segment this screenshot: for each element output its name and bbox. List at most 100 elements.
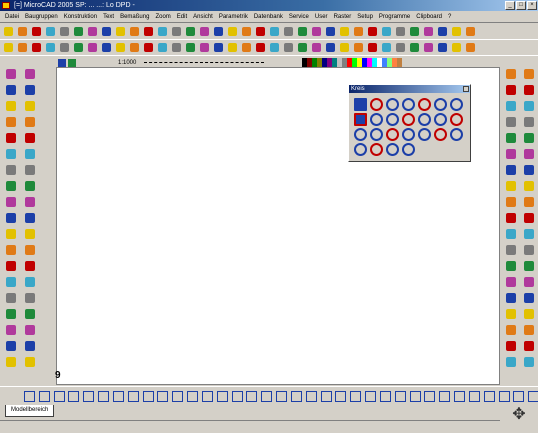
menu-item[interactable]: Bemaßung	[118, 11, 153, 23]
menu-item[interactable]: Programme	[377, 11, 414, 23]
offset-icon[interactable]	[452, 389, 465, 402]
column-icon[interactable]	[4, 355, 18, 369]
mirror-icon[interactable]	[319, 389, 332, 402]
text-icon[interactable]	[4, 211, 18, 225]
move-icon[interactable]	[274, 389, 287, 402]
circle-mirror-icon[interactable]	[384, 126, 399, 141]
erase-icon[interactable]	[4, 243, 18, 257]
layer-off-icon[interactable]	[240, 41, 253, 54]
redo-icon[interactable]	[296, 25, 309, 38]
menu-item[interactable]: Datei	[3, 11, 23, 23]
circle-fill-icon[interactable]	[352, 141, 367, 156]
plate-icon[interactable]	[522, 307, 536, 321]
text-format-icon[interactable]	[4, 259, 18, 273]
rotate-icon[interactable]	[170, 25, 183, 38]
menu-item[interactable]: Service	[287, 11, 313, 23]
nut-icon[interactable]	[504, 195, 518, 209]
zoom-in-icon[interactable]	[2, 41, 15, 54]
mirror-icon[interactable]	[4, 115, 18, 129]
screw-icon[interactable]	[504, 227, 518, 241]
view-iso-icon[interactable]	[212, 41, 225, 54]
chain-icon[interactable]	[504, 355, 518, 369]
color-swatch[interactable]	[397, 58, 403, 67]
tools-icon[interactable]	[114, 25, 127, 38]
spring-icon[interactable]	[504, 259, 518, 273]
copy-icon[interactable]	[58, 25, 71, 38]
polar-icon[interactable]	[296, 41, 309, 54]
angle-icon[interactable]	[522, 259, 536, 273]
element-icon[interactable]	[4, 67, 18, 81]
window-select-icon[interactable]	[52, 389, 65, 402]
trim-icon[interactable]	[212, 25, 225, 38]
hatch-icon[interactable]	[254, 25, 267, 38]
profile-icon[interactable]	[522, 227, 536, 241]
snap-icon[interactable]	[254, 41, 267, 54]
tab-icon[interactable]	[4, 339, 18, 353]
arc-icon[interactable]	[23, 115, 37, 129]
dimension-icon[interactable]	[200, 389, 213, 402]
view-front-icon[interactable]	[170, 41, 183, 54]
elbow-icon[interactable]	[504, 115, 518, 129]
polygon-icon[interactable]	[170, 389, 184, 402]
library-icon[interactable]	[522, 67, 536, 81]
arc-center-icon[interactable]	[352, 111, 367, 126]
plus-icon[interactable]	[23, 67, 37, 81]
ellipse-axis-icon[interactable]	[432, 111, 447, 126]
cross-icon[interactable]	[4, 131, 18, 145]
cube-icon[interactable]	[380, 25, 393, 38]
menu-item[interactable]: Clipboard	[414, 11, 446, 23]
menu-item[interactable]: ?	[446, 11, 455, 23]
circle-tangent-icon[interactable]	[400, 96, 415, 111]
grid-icon[interactable]	[72, 25, 85, 38]
color-icon[interactable]	[4, 291, 18, 305]
menu-item[interactable]: Edit	[175, 11, 191, 23]
part-icon[interactable]	[522, 115, 536, 129]
beam-icon[interactable]	[522, 243, 536, 257]
circle-diameter-icon[interactable]	[432, 96, 447, 111]
line-icon[interactable]	[96, 389, 109, 402]
cube-icon[interactable]	[310, 25, 323, 38]
linetype-icon[interactable]	[380, 41, 393, 54]
wrench-icon[interactable]	[4, 179, 18, 193]
rectangle-icon[interactable]	[155, 389, 169, 402]
layer-icon[interactable]	[128, 25, 141, 38]
gear-icon[interactable]	[504, 323, 518, 337]
arc-3p-icon[interactable]	[368, 111, 383, 126]
calculator-icon[interactable]	[4, 195, 18, 209]
rotate-icon[interactable]	[289, 389, 302, 402]
washer-icon[interactable]	[504, 211, 518, 225]
match-icon[interactable]	[422, 41, 435, 54]
zoom-out-icon[interactable]	[16, 41, 29, 54]
window-icon[interactable]	[436, 25, 449, 38]
circle-array-icon[interactable]	[400, 126, 415, 141]
pipe-icon[interactable]	[504, 67, 518, 81]
circle-radius-icon[interactable]	[416, 96, 431, 111]
polyline-icon[interactable]	[111, 389, 124, 402]
block-icon[interactable]	[142, 25, 155, 38]
tee-icon[interactable]	[504, 131, 518, 145]
chamfer-icon[interactable]	[393, 389, 406, 402]
palette-icon[interactable]	[4, 307, 18, 321]
text-box-icon[interactable]	[4, 275, 18, 289]
properties-icon[interactable]	[408, 41, 421, 54]
ansi-icon[interactable]	[522, 211, 536, 225]
profile-icon[interactable]	[23, 291, 37, 305]
array-icon[interactable]	[467, 389, 480, 402]
circle-icon[interactable]	[141, 389, 154, 402]
explode-icon[interactable]	[450, 41, 463, 54]
distance-icon[interactable]	[511, 389, 525, 402]
symbol-icon[interactable]	[522, 83, 536, 97]
menu-item[interactable]: Datenbank	[252, 11, 287, 23]
ring-icon[interactable]	[448, 111, 463, 126]
norm-icon[interactable]	[522, 163, 536, 177]
polygon-icon[interactable]	[416, 126, 431, 141]
menu-item[interactable]: Setup	[355, 11, 377, 23]
stretch-icon[interactable]	[408, 389, 421, 402]
layer-on-icon[interactable]	[226, 41, 239, 54]
cube-icon[interactable]	[338, 25, 351, 38]
cross-select-icon[interactable]	[66, 389, 80, 402]
measure-icon[interactable]	[482, 389, 495, 402]
cylinder-icon[interactable]	[522, 339, 536, 353]
maximize-button[interactable]: □	[516, 1, 526, 10]
cone-icon[interactable]	[522, 355, 536, 369]
